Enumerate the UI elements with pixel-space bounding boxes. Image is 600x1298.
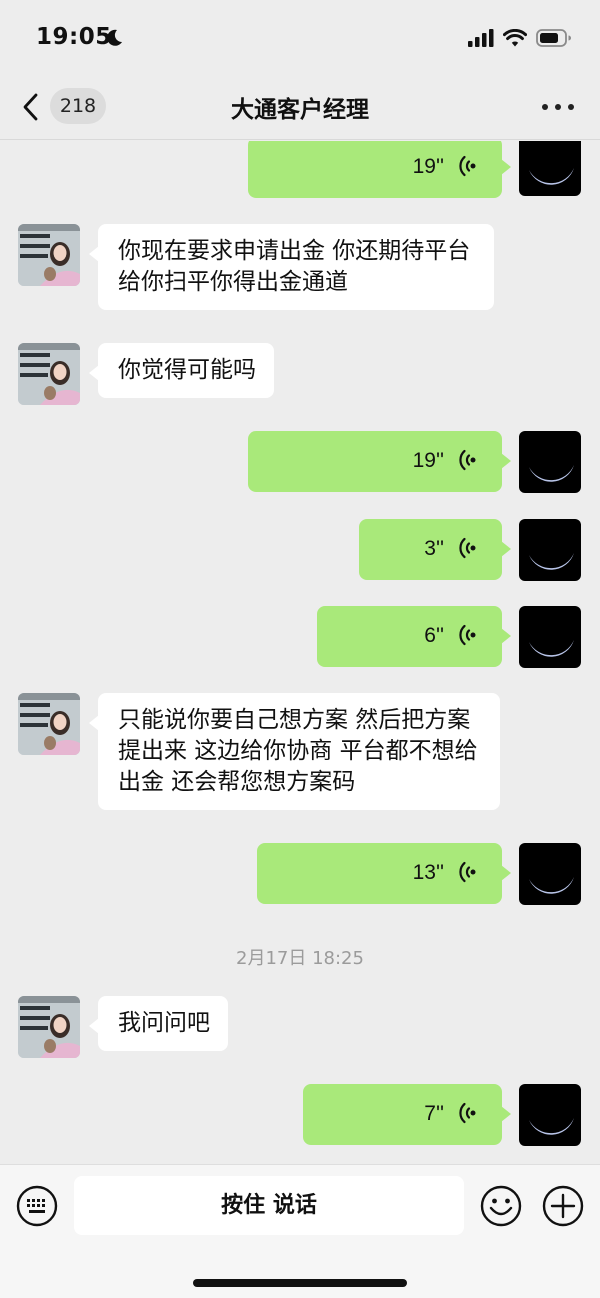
contact-avatar-image [18,343,80,405]
voice-wave-icon [459,624,476,646]
timestamp-divider: 2月17日 18:25 [236,948,364,969]
text-bubble[interactable]: 我问问吧 [89,996,228,1051]
message-voice-out: 19'' [0,431,600,493]
moon-icon [107,29,122,46]
self-avatar[interactable] [519,141,581,196]
message-text-in: 我问问吧 [0,996,600,1058]
contact-avatar-image [18,224,80,286]
voice-duration: 7'' [424,1102,444,1125]
message-voice-out: 6'' [0,606,600,668]
message-voice-out: 19'' [0,141,600,199]
message-text-in: 你现在要求申请出金 你还期待平台给你扫平你得出金通道 [0,224,600,316]
voice-wave-icon [459,449,476,471]
voice-bubble[interactable]: 19'' [248,141,511,198]
self-avatar[interactable] [519,606,581,668]
nav-bar: 218 大通客户经理 [0,76,600,140]
voice-bubble[interactable]: 13'' [257,843,511,904]
message-voice-out: 7'' [0,1084,600,1146]
wifi-icon [503,29,527,47]
status-icons [468,27,572,49]
crescent-moon-image [529,553,574,570]
text-bubble[interactable]: 你现在要求申请出金 你还期待平台给你扫平你得出金通道 [89,224,494,310]
contact-avatar-image [18,693,80,755]
crescent-moon-image [529,1118,574,1135]
crescent-moon-image [529,465,574,482]
more-icon [542,104,548,110]
self-avatar[interactable] [519,431,581,493]
self-avatar[interactable] [519,519,581,581]
message-voice-out: 3'' [0,519,600,581]
voice-duration: 19'' [412,449,444,472]
chat-area[interactable]: 19'' 你现在要求申请出金 你还期待平台给你扫平你得出金通道 你觉得可能吗 1… [0,141,600,1164]
voice-bubble[interactable]: 6'' [317,606,511,667]
emoji-icon[interactable] [480,1185,522,1227]
voice-wave-icon [459,1102,476,1124]
contact-avatar[interactable] [18,224,80,286]
voice-duration: 3'' [424,537,444,560]
more-button[interactable] [542,94,574,120]
contact-avatar[interactable] [18,343,80,405]
voice-duration: 6'' [424,624,444,647]
message-voice-out: 13'' [0,843,600,905]
self-avatar[interactable] [519,843,581,905]
home-indicator[interactable] [193,1279,407,1287]
keyboard-icon[interactable] [16,1185,58,1227]
message-text-in: 只能说你要自己想方案 然后把方案提出来 这边给你协商 平台都不想给出金 还会帮您… [0,693,600,817]
voice-duration: 19'' [412,155,444,178]
plus-icon[interactable] [542,1185,584,1227]
battery-icon [536,29,571,47]
voice-bubble[interactable]: 3'' [359,519,511,580]
contact-avatar[interactable] [18,996,80,1058]
voice-wave-icon [459,861,476,883]
input-bar: 按住 说话 [0,1164,600,1298]
voice-bubble[interactable]: 19'' [248,431,511,492]
signal-icon [468,29,494,47]
voice-duration: 13'' [412,861,444,884]
status-bar: 19:05 [0,0,600,76]
text-bubble[interactable]: 你觉得可能吗 [89,343,274,398]
text-bubble[interactable]: 只能说你要自己想方案 然后把方案提出来 这边给你协商 平台都不想给出金 还会帮您… [89,693,500,810]
chat-title: 大通客户经理 [231,97,369,123]
crescent-moon-image [529,640,574,657]
self-avatar[interactable] [519,1084,581,1146]
crescent-moon-image [529,168,574,185]
status-time: 19:05 [36,24,112,50]
contact-avatar[interactable] [18,693,80,755]
voice-wave-icon [459,155,476,177]
voice-bubble[interactable]: 7'' [303,1084,511,1145]
voice-wave-icon [459,537,476,559]
message-text-in: 你觉得可能吗 [0,343,600,405]
hold-to-talk-button[interactable]: 按住 说话 [74,1176,464,1235]
contact-avatar-image [18,996,80,1058]
crescent-moon-image [529,877,574,894]
